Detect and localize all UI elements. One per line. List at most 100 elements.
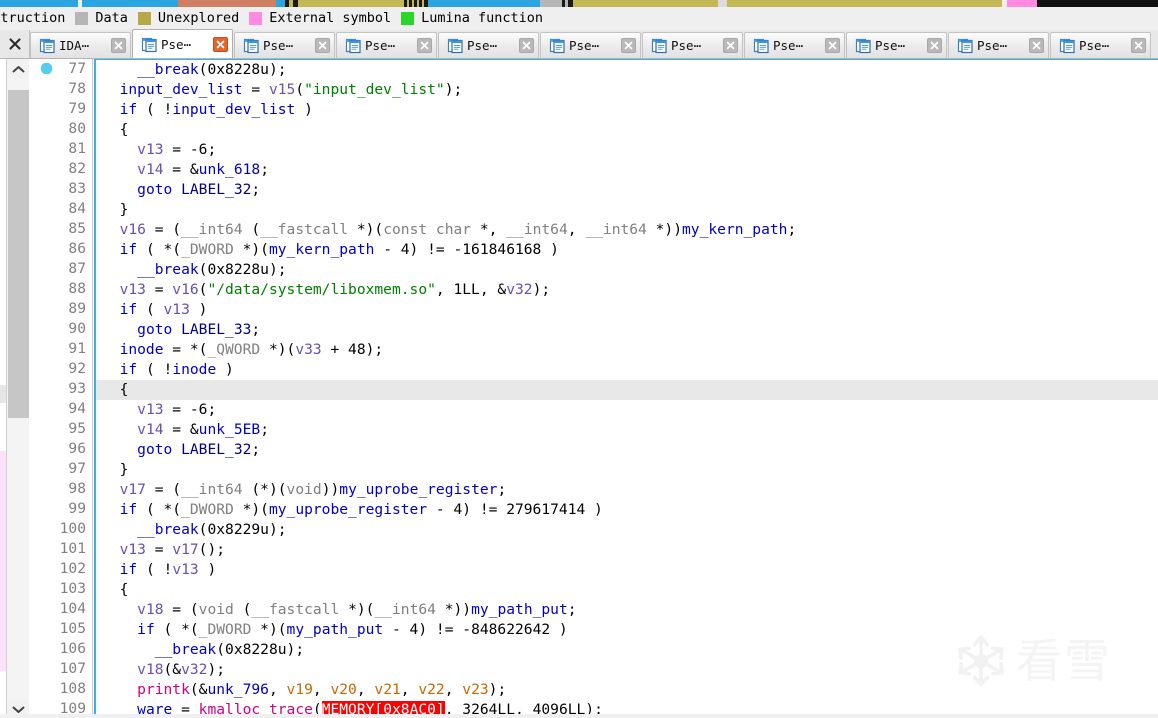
navband-segment[interactable] <box>0 0 78 7</box>
code-token[interactable]: my_path_put <box>287 621 384 638</box>
code-token[interactable]: ); <box>445 81 463 98</box>
gutter-row[interactable]: 108 <box>30 63 92 699</box>
close-icon[interactable] <box>927 38 942 53</box>
gutter-row[interactable]: 99 <box>30 63 92 519</box>
code-token[interactable]: __break <box>137 521 199 538</box>
code-token[interactable]: (& <box>190 681 208 698</box>
code-token[interactable]: ; <box>251 321 260 338</box>
code-line[interactable]: goto LABEL_32; <box>96 440 1158 460</box>
gutter-row[interactable]: 84 <box>30 199 92 219</box>
code-token[interactable]: if <box>120 501 138 518</box>
code-token[interactable]: _DWORD <box>181 501 234 518</box>
navband-segment[interactable] <box>1007 0 1037 7</box>
code-line[interactable]: v14 = &unk_618; <box>96 160 1158 180</box>
code-token[interactable]: *)( <box>234 241 269 258</box>
gutter-row[interactable]: 77 <box>30 59 92 79</box>
tab-3[interactable]: Pse⋯ <box>336 32 437 58</box>
navband-segment[interactable] <box>718 0 727 7</box>
code-token[interactable]: v33 <box>295 341 321 358</box>
code-token[interactable]: (& <box>164 661 182 678</box>
code-token[interactable]: ( *( <box>137 501 181 518</box>
code-token[interactable]: *)( <box>234 501 269 518</box>
code-token[interactable]: { <box>120 581 129 598</box>
code-token[interactable]: v17 <box>120 481 146 498</box>
code-token[interactable]: , 1LL, & <box>436 281 506 298</box>
scroll-up-button[interactable] <box>7 59 29 78</box>
tab-7[interactable]: Pse⋯ <box>744 32 845 58</box>
gutter-row[interactable]: 95 <box>30 63 92 439</box>
code-token[interactable]: = *( <box>164 341 207 358</box>
tab-1[interactable]: Pse⋯ <box>132 29 233 58</box>
close-icon[interactable] <box>213 36 228 52</box>
line-number-gutter[interactable]: 77 78 79 80 81 82 83 84 85 86 87 88 89 90 91 92 93 94 95 96… <box>30 59 93 718</box>
code-token[interactable]: ); <box>269 521 287 538</box>
code-token[interactable]: *)( <box>339 601 374 618</box>
code-token[interactable]: v19 <box>287 681 313 698</box>
code-token[interactable]: ( ! <box>137 361 172 378</box>
code-token[interactable]: v13 <box>120 281 146 298</box>
gutter-row[interactable]: 96 <box>30 63 92 459</box>
gutter-row[interactable]: 88 <box>30 63 92 299</box>
code-token[interactable]: ); <box>287 641 305 658</box>
code-line[interactable]: v18 = (void (__fastcall *)(__int64 *))my… <box>96 600 1158 620</box>
code-token[interactable]: = <box>146 281 172 298</box>
code-token[interactable]: ; <box>260 421 269 438</box>
code-line[interactable]: { <box>96 580 1158 600</box>
code-line[interactable]: if ( !v13 ) <box>96 560 1158 580</box>
code-token[interactable]: v18 <box>137 661 163 678</box>
code-line[interactable]: goto LABEL_33; <box>96 320 1158 340</box>
code-line[interactable]: if ( !input_dev_list ) <box>96 100 1158 120</box>
code-token[interactable]: { <box>120 381 129 398</box>
code-token[interactable]: my_kern_path <box>269 241 374 258</box>
code-token[interactable]: __break <box>137 61 199 78</box>
code-token[interactable]: void <box>199 601 234 618</box>
code-line[interactable]: { <box>96 380 1158 400</box>
code-token[interactable]: , <box>269 681 287 698</box>
code-token[interactable]: = ( <box>146 221 181 238</box>
code-token[interactable]: my_uprobe_register <box>339 481 497 498</box>
gutter-row[interactable]: 90 <box>30 63 92 339</box>
code-line[interactable]: __break(0x8228u); <box>96 640 1158 660</box>
gutter-row[interactable]: 81 <box>30 63 92 159</box>
gutter-row[interactable]: 98 <box>30 63 92 499</box>
code-token[interactable]: v13 <box>137 401 163 418</box>
code-token[interactable]: goto <box>137 181 172 198</box>
navband-segment[interactable] <box>727 0 1002 7</box>
code-token[interactable]: ) <box>190 301 208 318</box>
gutter-row[interactable]: 89 <box>30 63 92 319</box>
code-token[interactable]: ; <box>260 161 269 178</box>
code-token[interactable]: if <box>120 241 138 258</box>
gutter-row[interactable]: 101 <box>30 63 92 559</box>
code-token[interactable]: __int64 <box>585 221 647 238</box>
code-line[interactable]: v17 = (__int64 (*)(void))my_uprobe_regis… <box>96 480 1158 500</box>
code-token[interactable]: , <box>313 681 331 698</box>
code-token[interactable]: __fastcall <box>260 221 348 238</box>
code-token[interactable]: void <box>287 481 322 498</box>
gutter-row[interactable]: 82 <box>30 63 92 179</box>
code-token[interactable]: = & <box>164 421 198 438</box>
code-token[interactable]: , <box>568 221 586 238</box>
code-line[interactable]: if ( *(_DWORD *)(my_uprobe_register - 4)… <box>96 500 1158 520</box>
close-all-tabs-button[interactable] <box>0 30 30 58</box>
code-token[interactable]: "/data/system/liboxmem.so" <box>207 281 435 298</box>
code-token[interactable]: __int64 <box>181 221 243 238</box>
code-token[interactable]: _DWORD <box>181 241 234 258</box>
gutter-row[interactable]: 100 <box>30 63 92 539</box>
navband-segment[interactable] <box>178 0 276 7</box>
scrollbar-thumb[interactable] <box>8 90 29 418</box>
code-line[interactable]: v13 = v16("/data/system/liboxmem.so", 1L… <box>96 280 1158 300</box>
code-token[interactable]: ; <box>787 221 796 238</box>
code-token[interactable]: ) <box>295 101 313 118</box>
code-token[interactable]: 0x8228u <box>207 61 269 78</box>
code-token[interactable]: = <box>243 81 269 98</box>
code-token[interactable]: v14 <box>137 161 163 178</box>
code-token[interactable]: ( *( <box>155 621 199 638</box>
code-token[interactable]: 0x8228u <box>225 641 287 658</box>
code-line[interactable]: v18(&v32); <box>96 660 1158 680</box>
code-token[interactable]: ( ! <box>137 561 172 578</box>
code-token[interactable]: __break <box>155 641 217 658</box>
tab-2[interactable]: Pse⋯ <box>234 32 335 58</box>
close-icon[interactable] <box>111 38 126 53</box>
code-token[interactable]: LABEL_32 <box>181 441 251 458</box>
code-line[interactable]: __break(0x8229u); <box>96 520 1158 540</box>
